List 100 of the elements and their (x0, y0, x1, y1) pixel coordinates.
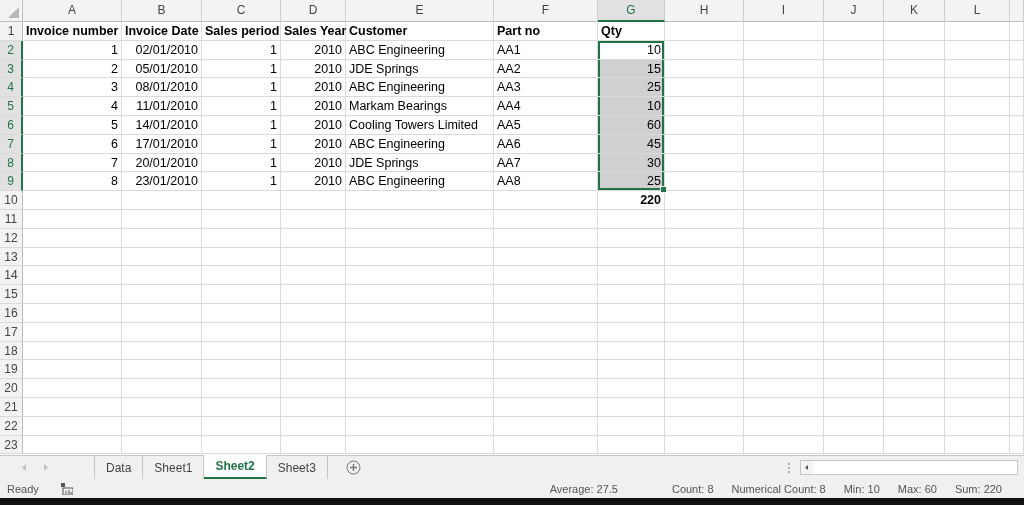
empty-cell[interactable] (1010, 303, 1024, 323)
empty-cell[interactable] (281, 416, 346, 436)
empty-cell[interactable] (884, 416, 945, 436)
empty-cell[interactable] (665, 360, 744, 380)
scroll-right-icon[interactable] (44, 464, 48, 471)
empty-cell[interactable] (1010, 379, 1024, 398)
empty-cell[interactable] (945, 379, 1010, 398)
empty-cell[interactable] (598, 209, 665, 229)
empty-cell[interactable] (945, 191, 1010, 210)
empty-cell[interactable] (665, 341, 744, 361)
empty-cell[interactable] (122, 416, 202, 436)
empty-cell[interactable] (1010, 247, 1024, 267)
empty-cell[interactable] (1010, 397, 1024, 417)
column-header[interactable]: E (346, 0, 494, 22)
empty-cell[interactable] (884, 172, 945, 192)
empty-cell[interactable] (346, 435, 494, 455)
empty-cell[interactable] (494, 360, 598, 380)
empty-cell[interactable] (1010, 322, 1024, 342)
empty-cell[interactable] (744, 191, 824, 210)
empty-cell[interactable] (598, 247, 665, 267)
empty-cell[interactable] (346, 266, 494, 286)
empty-cell[interactable] (824, 78, 884, 98)
empty-cell[interactable] (202, 341, 281, 361)
empty-cell[interactable] (202, 247, 281, 267)
empty-cell[interactable] (281, 379, 346, 398)
empty-cell[interactable] (281, 397, 346, 417)
empty-cell[interactable] (665, 435, 744, 455)
empty-cell[interactable] (122, 379, 202, 398)
empty-cell[interactable] (744, 435, 824, 455)
empty-cell[interactable] (824, 153, 884, 173)
empty-cell[interactable] (281, 341, 346, 361)
empty-cell[interactable] (945, 22, 1010, 41)
horizontal-scrollbar[interactable] (800, 460, 1018, 475)
empty-cell[interactable] (494, 416, 598, 436)
empty-cell[interactable] (598, 266, 665, 286)
empty-cell[interactable] (665, 191, 744, 210)
empty-cell[interactable] (824, 247, 884, 267)
empty-cell[interactable] (494, 435, 598, 455)
empty-cell[interactable] (945, 285, 1010, 304)
empty-cell[interactable] (824, 59, 884, 79)
empty-cell[interactable] (122, 360, 202, 380)
empty-cell[interactable] (945, 247, 1010, 267)
empty-cell[interactable] (494, 397, 598, 417)
empty-cell[interactable] (281, 191, 346, 210)
empty-cell[interactable] (824, 416, 884, 436)
empty-cell[interactable] (202, 397, 281, 417)
empty-cell[interactable] (1010, 191, 1024, 210)
empty-cell[interactable] (494, 285, 598, 304)
empty-cell[interactable] (824, 97, 884, 116)
empty-cell[interactable] (281, 322, 346, 342)
column-header[interactable]: I (744, 0, 824, 22)
empty-cell[interactable] (346, 379, 494, 398)
empty-cell[interactable] (945, 116, 1010, 135)
empty-cell[interactable] (122, 191, 202, 210)
empty-cell[interactable] (744, 360, 824, 380)
empty-cell[interactable] (824, 209, 884, 229)
empty-cell[interactable] (884, 116, 945, 135)
empty-cell[interactable] (281, 266, 346, 286)
empty-cell[interactable] (665, 303, 744, 323)
empty-cell[interactable] (1010, 416, 1024, 436)
empty-cell[interactable] (945, 172, 1010, 192)
empty-cell[interactable] (494, 247, 598, 267)
empty-cell[interactable] (494, 266, 598, 286)
empty-cell[interactable] (202, 266, 281, 286)
empty-cell[interactable] (122, 247, 202, 267)
empty-cell[interactable] (884, 397, 945, 417)
empty-cell[interactable] (281, 209, 346, 229)
empty-cell[interactable] (346, 341, 494, 361)
empty-cell[interactable] (744, 172, 824, 192)
empty-cell[interactable] (346, 416, 494, 436)
empty-cell[interactable] (346, 228, 494, 248)
empty-cell[interactable] (884, 247, 945, 267)
empty-cell[interactable] (665, 247, 744, 267)
empty-cell[interactable] (884, 360, 945, 380)
select-all-icon[interactable] (8, 7, 19, 18)
empty-cell[interactable] (884, 59, 945, 79)
empty-cell[interactable] (598, 285, 665, 304)
empty-cell[interactable] (1010, 116, 1024, 135)
column-header[interactable]: D (281, 0, 346, 22)
empty-cell[interactable] (945, 97, 1010, 116)
column-header[interactable]: H (665, 0, 744, 22)
empty-cell[interactable] (1010, 209, 1024, 229)
empty-cell[interactable] (945, 360, 1010, 380)
empty-cell[interactable] (945, 266, 1010, 286)
empty-cell[interactable] (494, 322, 598, 342)
empty-cell[interactable] (884, 134, 945, 154)
empty-cell[interactable] (122, 303, 202, 323)
empty-cell[interactable] (824, 379, 884, 398)
empty-cell[interactable] (744, 266, 824, 286)
empty-cell[interactable] (884, 303, 945, 323)
empty-cell[interactable] (884, 191, 945, 210)
row-header[interactable]: 19 (0, 360, 23, 380)
row-header[interactable]: 9 (0, 172, 23, 192)
empty-cell[interactable] (945, 40, 1010, 60)
empty-cell[interactable] (202, 228, 281, 248)
empty-cell[interactable] (202, 360, 281, 380)
empty-cell[interactable] (884, 78, 945, 98)
empty-cell[interactable] (665, 379, 744, 398)
empty-cell[interactable] (122, 285, 202, 304)
empty-cell[interactable] (1010, 266, 1024, 286)
